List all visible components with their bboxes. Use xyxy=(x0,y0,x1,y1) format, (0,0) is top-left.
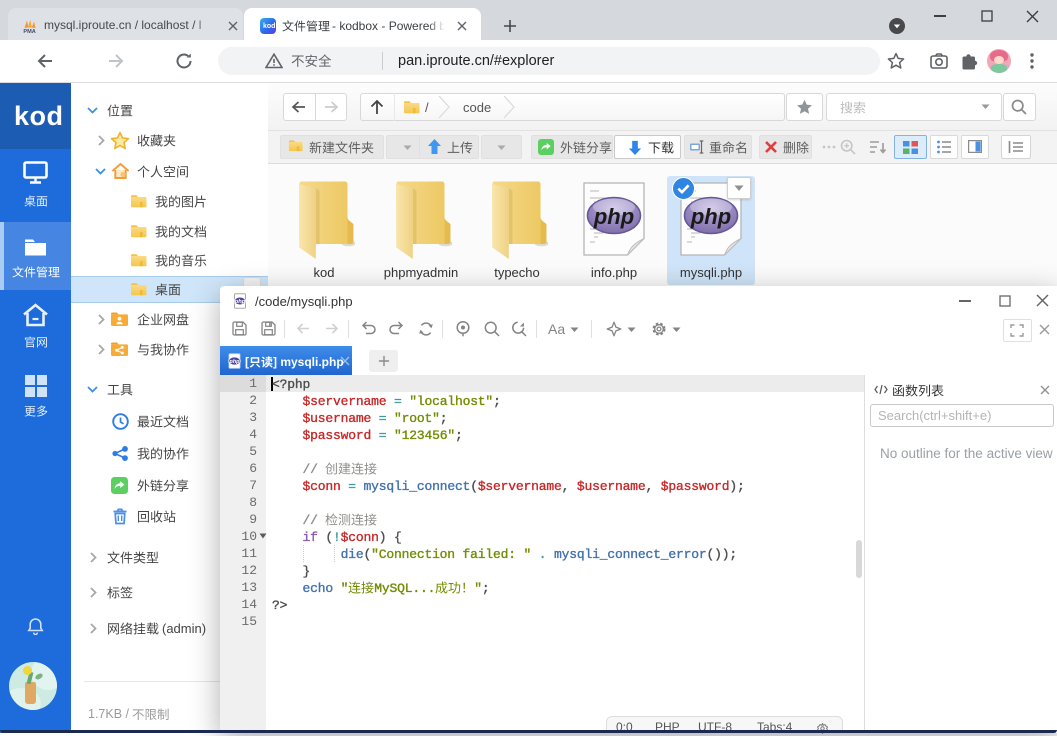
svg-text:php: php xyxy=(593,204,634,229)
svg-text:php: php xyxy=(229,359,241,365)
svg-text:php: php xyxy=(690,204,731,229)
svg-text:php: php xyxy=(234,299,246,305)
svg-text:PMA: PMA xyxy=(23,29,35,34)
